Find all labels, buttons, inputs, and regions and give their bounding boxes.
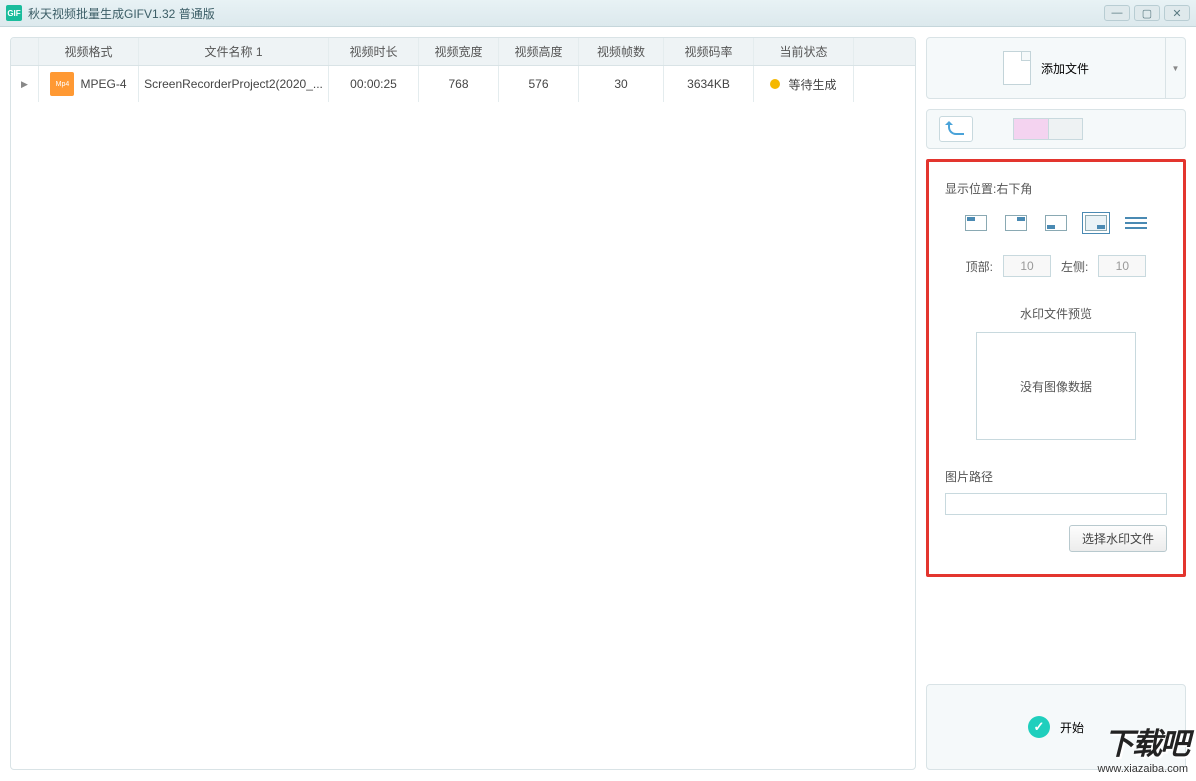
cell-duration: 00:00:25	[329, 66, 419, 102]
start-label: 开始	[1060, 719, 1084, 736]
site-watermark: 下载吧 www.xiazaiba.com	[1098, 719, 1188, 775]
col-fps[interactable]: 视频帧数	[579, 38, 664, 65]
close-button[interactable]: ✕	[1164, 5, 1190, 21]
position-bottom-left-icon[interactable]	[1045, 215, 1067, 231]
image-path-input[interactable]	[945, 493, 1167, 515]
watermark-panel: 显示位置:右下角 顶部: 左侧: 水印文件预览 没有图像数据 图片路径 选择水印…	[926, 159, 1186, 577]
window-controls: — ▢ ✕	[1104, 5, 1190, 21]
window-title: 秋天视频批量生成GIFV1.32 普通版	[28, 5, 1104, 22]
col-height[interactable]: 视频高度	[499, 38, 579, 65]
app-icon: GIF	[6, 5, 22, 21]
left-offset-label: 左侧:	[1061, 258, 1088, 275]
cell-format-text: MPEG-4	[80, 77, 126, 91]
cell-width: 768	[419, 66, 499, 102]
table-body: ▶ Mp4 MPEG-4 ScreenRecorderProject2(2020…	[11, 66, 915, 769]
cell-format: Mp4 MPEG-4	[39, 66, 139, 102]
left-offset-input[interactable]	[1098, 255, 1146, 277]
check-icon: ✓	[1028, 716, 1050, 738]
toggle-right	[1048, 119, 1082, 139]
cell-fps: 30	[579, 66, 664, 102]
col-status[interactable]: 当前状态	[754, 38, 854, 65]
preview-box: 没有图像数据	[976, 332, 1136, 440]
offset-row: 顶部: 左侧:	[945, 255, 1167, 277]
site-watermark-text: 下载吧	[1098, 719, 1188, 763]
position-icons	[945, 215, 1167, 231]
position-top-left-icon[interactable]	[965, 215, 987, 231]
side-panel: 添加文件 ▼ 显示位置:右下角 顶部:	[926, 37, 1186, 770]
add-file-dropdown[interactable]: ▼	[1165, 37, 1185, 99]
col-width[interactable]: 视频宽度	[419, 38, 499, 65]
add-file-box: 添加文件 ▼	[926, 37, 1186, 99]
minimize-button[interactable]: —	[1104, 5, 1130, 21]
table-header: 视频格式 文件名称 1 视频时长 视频宽度 视频高度 视频帧数 视频码率 当前状…	[11, 38, 915, 66]
table-row[interactable]: ▶ Mp4 MPEG-4 ScreenRecorderProject2(2020…	[11, 66, 915, 102]
file-icon	[1003, 51, 1031, 85]
col-format[interactable]: 视频格式	[39, 38, 139, 65]
undo-button[interactable]	[939, 116, 973, 142]
col-duration[interactable]: 视频时长	[329, 38, 419, 65]
col-filename[interactable]: 文件名称 1	[139, 38, 329, 65]
cell-status-text: 等待生成	[788, 76, 836, 93]
col-indicator	[11, 38, 39, 65]
row-indicator-icon: ▶	[11, 66, 39, 102]
file-table-panel: 视频格式 文件名称 1 视频时长 视频宽度 视频高度 视频帧数 视频码率 当前状…	[10, 37, 916, 770]
cell-height: 576	[499, 66, 579, 102]
position-tile-icon[interactable]	[1125, 215, 1147, 231]
undo-icon	[948, 123, 964, 135]
maximize-button[interactable]: ▢	[1134, 5, 1160, 21]
cell-bitrate: 3634KB	[664, 66, 754, 102]
preview-label: 水印文件预览	[945, 305, 1167, 322]
position-label: 显示位置:右下角	[945, 180, 1167, 197]
image-path-label: 图片路径	[945, 468, 1167, 485]
top-offset-label: 顶部:	[966, 258, 993, 275]
mp4-file-icon: Mp4	[50, 72, 74, 96]
toggle-left	[1014, 119, 1048, 139]
position-top-right-icon[interactable]	[1005, 215, 1027, 231]
top-offset-input[interactable]	[1003, 255, 1051, 277]
tool-row	[926, 109, 1186, 149]
color-toggle[interactable]	[1013, 118, 1083, 140]
col-bitrate[interactable]: 视频码率	[664, 38, 754, 65]
titlebar: GIF 秋天视频批量生成GIFV1.32 普通版 — ▢ ✕	[0, 0, 1196, 27]
choose-watermark-button[interactable]: 选择水印文件	[1069, 525, 1167, 552]
position-bottom-right-icon[interactable]	[1085, 215, 1107, 231]
cell-status: 等待生成	[754, 66, 854, 102]
add-file-label: 添加文件	[1041, 60, 1089, 77]
add-file-button[interactable]: 添加文件	[927, 37, 1165, 99]
cell-filename: ScreenRecorderProject2(2020_...	[139, 66, 329, 102]
site-watermark-url: www.xiazaiba.com	[1098, 763, 1188, 775]
status-dot-icon	[770, 79, 780, 89]
